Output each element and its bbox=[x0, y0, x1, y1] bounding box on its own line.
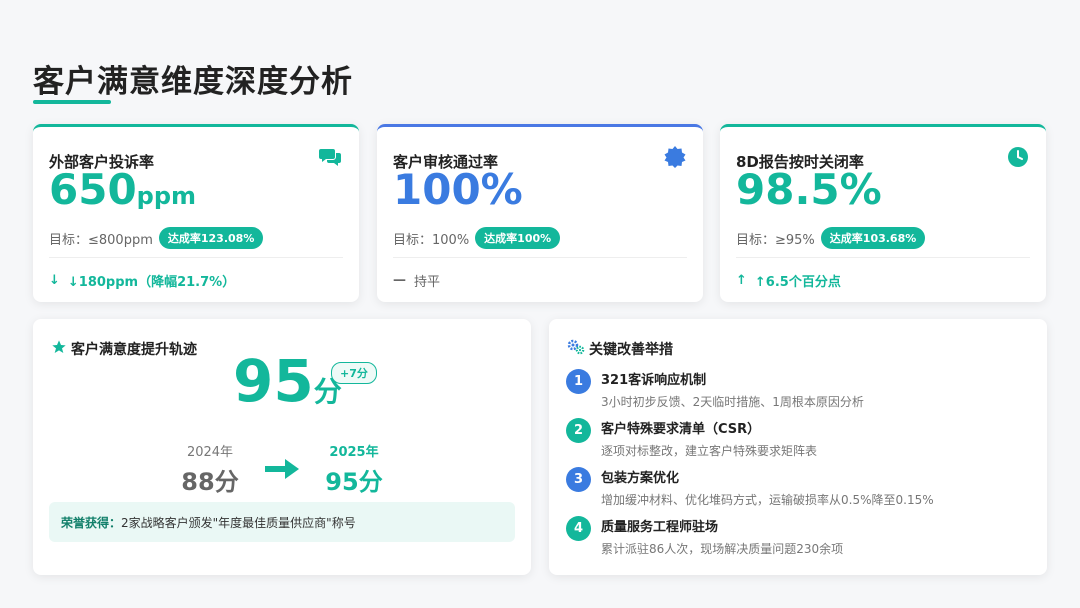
kpi-value: 650ppm bbox=[49, 165, 197, 214]
curr-score: 95分 bbox=[325, 468, 383, 496]
panel-title-text: 关键改善举措 bbox=[589, 342, 673, 358]
measure-desc: 3小时初步反馈、2天临时措施、1周根本原因分析 bbox=[601, 395, 864, 409]
kpi-trend-text: 持平 bbox=[414, 275, 441, 290]
kpi-value: 98.5% bbox=[736, 165, 882, 214]
prev-year: 2024年 bbox=[186, 445, 234, 460]
measures-panel: 关键改善举措 1 321客诉响应机制 3小时初步反馈、2天临时措施、1周根本原因… bbox=[549, 319, 1047, 575]
kpi-divider bbox=[393, 257, 687, 258]
measure-number: 1 bbox=[566, 369, 591, 394]
title-underline bbox=[33, 100, 111, 104]
kpi-value: 100% bbox=[393, 165, 523, 214]
achievement-badge: 达成率123.08% bbox=[158, 227, 264, 249]
kpi-card-complaint-rate: 外部客户投诉率 650ppm 目标：≤800ppm 达成率123.08% ↓ ↓… bbox=[33, 124, 359, 302]
score-delta-badge: +7分 bbox=[331, 362, 377, 384]
kpi-target-text: 目标：≤800ppm bbox=[49, 232, 153, 248]
curr-year: 2025年 bbox=[329, 445, 379, 460]
current-score: 95分 bbox=[233, 347, 342, 415]
chat-bubbles-icon bbox=[319, 145, 343, 169]
kpi-card-audit-pass-rate: 客户审核通过率 100% 目标：100% 达成率100% — 持平 bbox=[377, 124, 703, 302]
measure-number: 4 bbox=[566, 516, 591, 541]
kpi-divider bbox=[736, 257, 1030, 258]
kpi-trend-text: ↑6.5个百分点 bbox=[754, 275, 841, 290]
kpi-target: 目标：100% 达成率100% bbox=[393, 227, 561, 249]
kpi-trend: ↑ ↑6.5个百分点 bbox=[736, 271, 841, 290]
kpi-trend: ↓ ↓180ppm（降幅21.7%） bbox=[49, 271, 235, 290]
measure-desc: 逐项对标整改，建立客户特殊要求矩阵表 bbox=[601, 444, 818, 458]
achievement-badge: 达成率100% bbox=[475, 227, 561, 249]
kpi-target: 目标：≥95% 达成率103.68% bbox=[736, 227, 926, 249]
measure-item: 2 客户特殊要求清单（CSR） 逐项对标整改，建立客户特殊要求矩阵表 bbox=[566, 418, 817, 459]
measure-title: 321客诉响应机制 bbox=[601, 373, 707, 388]
arrow-up-icon: ↑ bbox=[736, 273, 747, 288]
arrow-down-icon: ↓ bbox=[49, 273, 60, 288]
compare-prev: 2024年 88分 bbox=[165, 441, 255, 497]
panel-title-text: 客户满意度提升轨迹 bbox=[71, 342, 197, 358]
award-badge-icon bbox=[663, 145, 687, 169]
satisfaction-panel: 客户满意度提升轨迹 95分 +7分 2024年 88分 2025年 95分 荣誉… bbox=[33, 319, 531, 575]
gears-icon bbox=[567, 339, 585, 359]
page-title: 客户满意维度深度分析 bbox=[33, 64, 353, 100]
kpi-card-8d-close-rate: 8D报告按时关闭率 98.5% 目标：≥95% 达成率103.68% ↑ ↑6.… bbox=[720, 124, 1046, 302]
kpi-trend-text: ↓180ppm（降幅21.7%） bbox=[67, 275, 236, 290]
achievement-badge: 达成率103.68% bbox=[820, 227, 926, 249]
measure-title: 包装方案优化 bbox=[601, 471, 680, 486]
measure-desc: 增加缓冲材料、优化堆码方式，运输破损率从0.5%降至0.15% bbox=[601, 493, 934, 507]
measure-number: 3 bbox=[566, 467, 591, 492]
measure-item: 4 质量服务工程师驻场 累计派驻86人次，现场解决质量问题230余项 bbox=[566, 516, 843, 557]
kpi-target-text: 目标：100% bbox=[393, 232, 470, 248]
honor-text: 2家战略客户颁发"年度最佳质量供应商"称号 bbox=[121, 515, 356, 530]
honor-box: 荣誉获得： 2家战略客户颁发"年度最佳质量供应商"称号 bbox=[49, 502, 515, 542]
compare-curr: 2025年 95分 bbox=[309, 441, 399, 497]
kpi-trend: — 持平 bbox=[393, 271, 440, 290]
arrow-right-icon bbox=[265, 457, 301, 485]
measure-number: 2 bbox=[566, 418, 591, 443]
kpi-divider bbox=[49, 257, 343, 258]
measure-title: 质量服务工程师驻场 bbox=[601, 520, 719, 535]
measure-item: 3 包装方案优化 增加缓冲材料、优化堆码方式，运输破损率从0.5%降至0.15% bbox=[566, 467, 934, 508]
star-icon bbox=[51, 339, 67, 359]
panel-title: 关键改善举措 bbox=[567, 339, 673, 359]
panel-title: 客户满意度提升轨迹 bbox=[51, 339, 197, 359]
measure-desc: 累计派驻86人次，现场解决质量问题230余项 bbox=[601, 542, 844, 556]
measure-title: 客户特殊要求清单（CSR） bbox=[601, 422, 761, 437]
clock-icon bbox=[1006, 145, 1030, 169]
kpi-target-text: 目标：≥95% bbox=[736, 232, 815, 248]
kpi-target: 目标：≤800ppm 达成率123.08% bbox=[49, 227, 264, 249]
measure-item: 1 321客诉响应机制 3小时初步反馈、2天临时措施、1周根本原因分析 bbox=[566, 369, 864, 410]
prev-score: 88分 bbox=[181, 468, 239, 496]
dash-icon: — bbox=[393, 273, 406, 288]
honor-label: 荣誉获得： bbox=[61, 515, 122, 530]
